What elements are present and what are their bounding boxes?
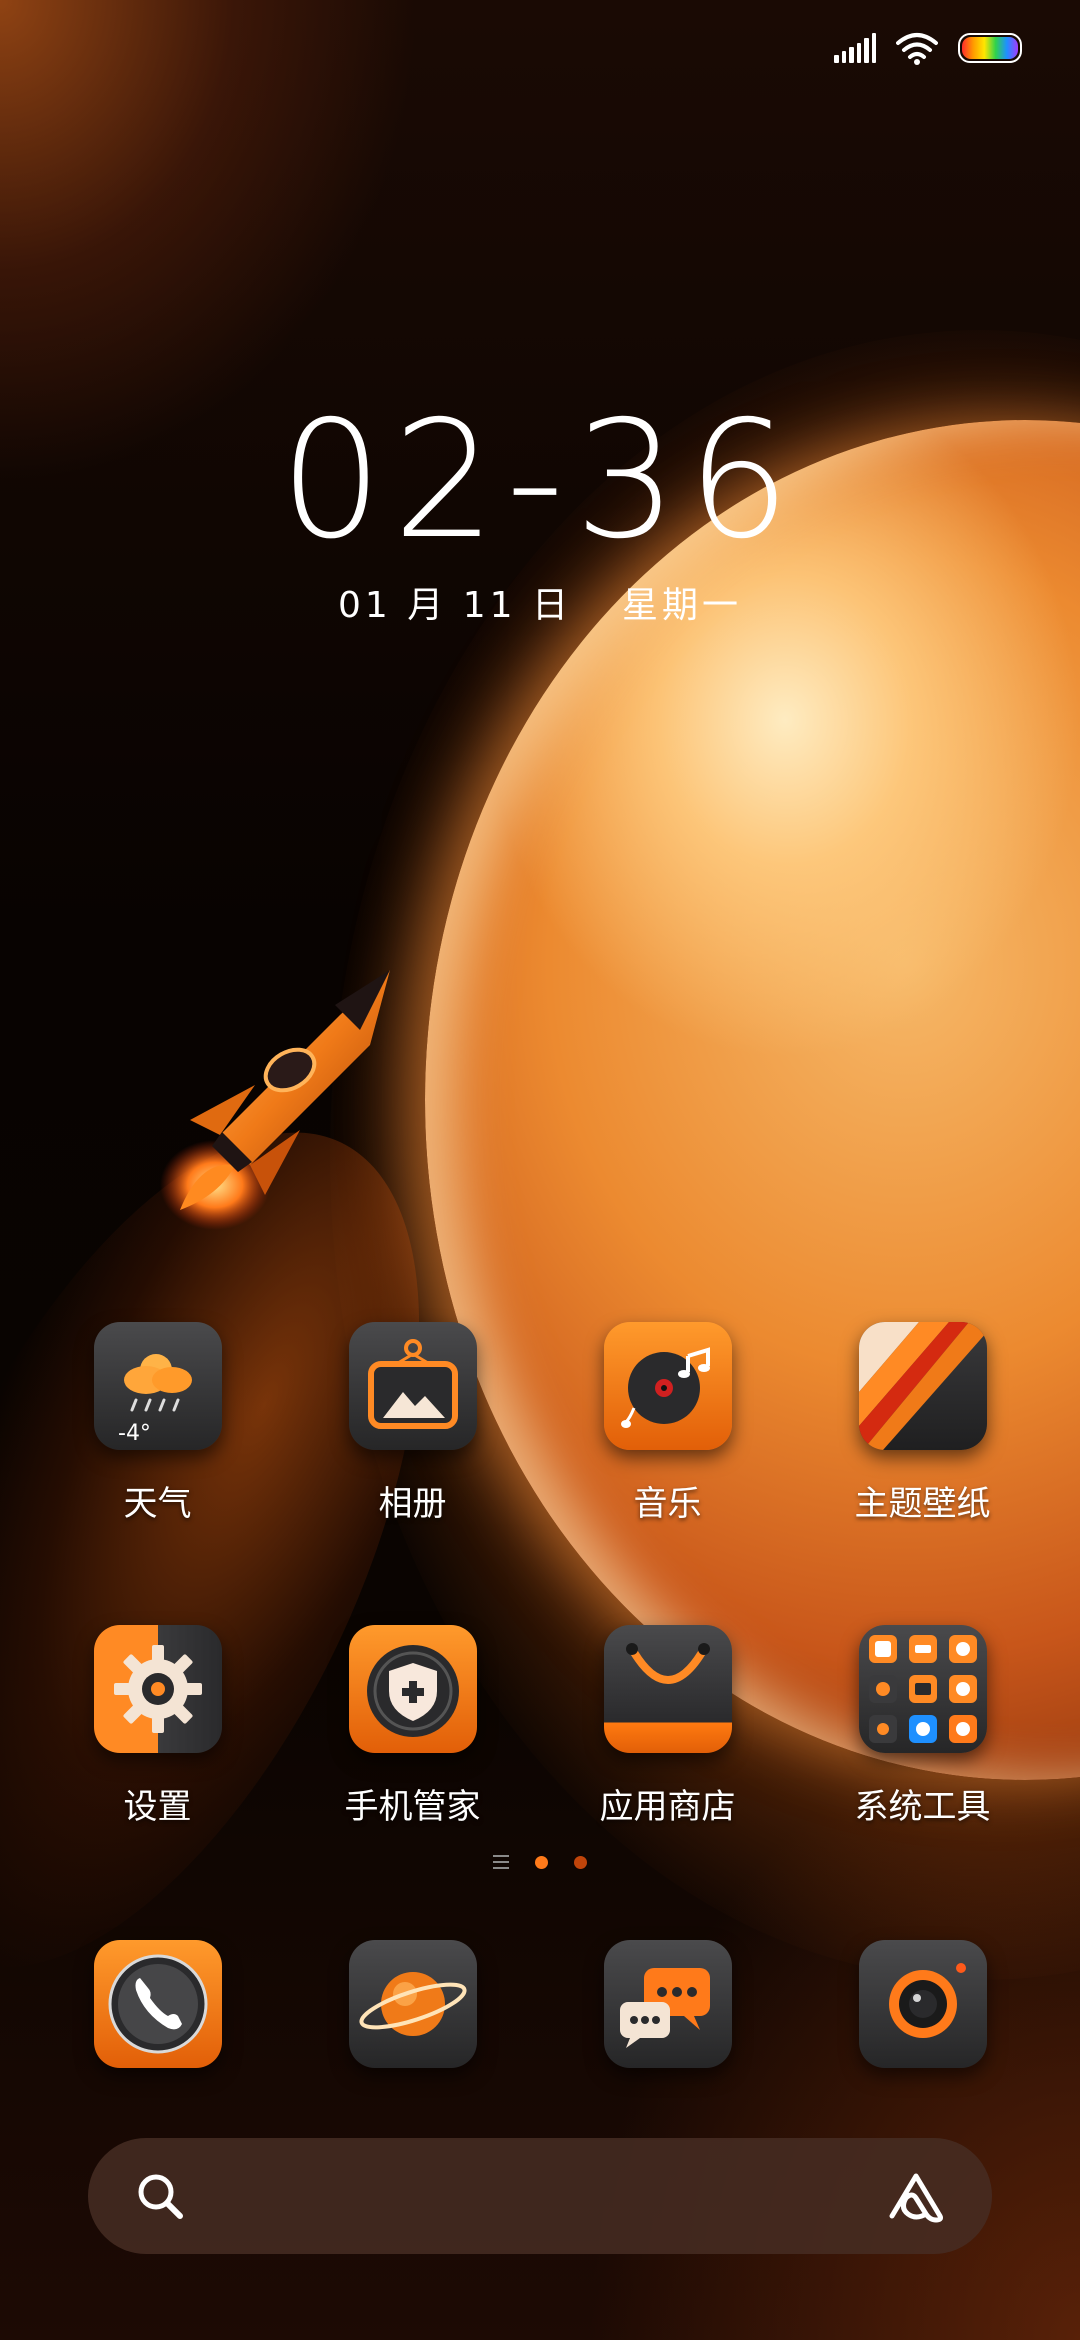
clock-time: 02-36	[279, 387, 801, 575]
weather-temp: -4°	[118, 1421, 151, 1446]
dock	[0, 1940, 1080, 2068]
app-label: 相册	[378, 1484, 447, 1524]
tools-folder-icon	[858, 1625, 987, 1753]
dock-messages[interactable]	[563, 1940, 773, 2068]
app-label: 天气	[123, 1484, 192, 1524]
rocket-graphic	[160, 970, 390, 1230]
dock-browser[interactable]	[308, 1940, 518, 2068]
page-dot-active	[535, 1855, 548, 1869]
status-bar	[834, 30, 1022, 66]
app-row: -4° 天气 相册 音乐 主题壁纸	[0, 1322, 1080, 1525]
wifi-icon	[896, 33, 938, 65]
search-icon[interactable]	[134, 2170, 186, 2222]
app-weather[interactable]: -4° 天气	[53, 1322, 263, 1525]
battery-icon	[958, 33, 1022, 63]
app-label: 音乐	[633, 1484, 702, 1524]
weather-icon: -4°	[93, 1322, 222, 1450]
app-label: 应用商店	[599, 1787, 736, 1827]
security-icon	[348, 1625, 477, 1753]
app-store[interactable]: 应用商店	[563, 1625, 773, 1828]
app-label: 手机管家	[344, 1787, 481, 1827]
app-themes[interactable]: 主题壁纸	[818, 1322, 1028, 1525]
gallery-icon	[348, 1322, 477, 1450]
clock-date: 01 月 11 日	[338, 585, 572, 626]
app-tools-folder[interactable]: 系统工具	[818, 1625, 1028, 1828]
app-grid: -4° 天气 相册 音乐 主题壁纸 设置 手机管家 应用商店 系统工具	[0, 1322, 1080, 1828]
app-gallery[interactable]: 相册	[308, 1322, 518, 1525]
app-label: 系统工具	[854, 1787, 991, 1827]
app-settings[interactable]: 设置	[53, 1625, 263, 1828]
messages-icon	[603, 1940, 732, 2068]
app-row: 设置 手机管家 应用商店 系统工具	[0, 1625, 1080, 1828]
phone-icon	[93, 1940, 222, 2068]
themes-icon	[858, 1322, 987, 1450]
app-label: 设置	[123, 1787, 192, 1827]
app-security[interactable]: 手机管家	[308, 1625, 518, 1828]
page-indicator[interactable]	[0, 1855, 1080, 1869]
dock-camera[interactable]	[818, 1940, 1028, 2068]
clock-widget[interactable]: 02-36 01 月 11 日 星期一	[0, 400, 1080, 628]
search-input[interactable]	[216, 2176, 856, 2216]
assistant-icon[interactable]	[886, 2168, 946, 2224]
page-list-icon	[493, 1855, 509, 1869]
clock-date-row: 01 月 11 日 星期一	[0, 576, 1080, 628]
clock-weekday: 星期一	[621, 585, 742, 626]
page-dot	[574, 1855, 587, 1869]
app-store-icon	[603, 1625, 732, 1753]
signal-icon	[834, 33, 876, 63]
browser-planet-icon	[348, 1940, 477, 2068]
app-music[interactable]: 音乐	[563, 1322, 773, 1525]
search-bar[interactable]	[88, 2138, 992, 2254]
dock-phone[interactable]	[53, 1940, 263, 2068]
settings-icon	[93, 1625, 222, 1753]
camera-icon	[858, 1940, 987, 2068]
app-label: 主题壁纸	[854, 1484, 991, 1524]
music-icon	[603, 1322, 732, 1450]
